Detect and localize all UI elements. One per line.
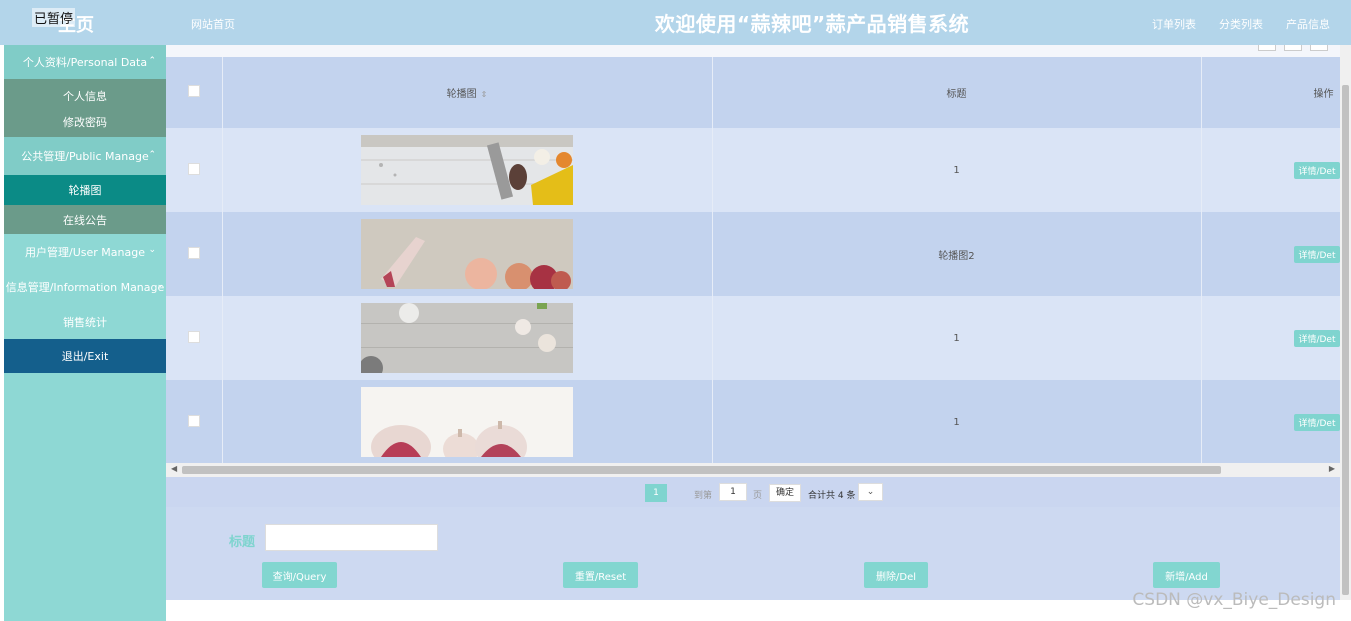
scroll-left-icon[interactable]: ◀: [171, 464, 177, 473]
export-icon[interactable]: [1284, 45, 1302, 51]
carousel-image-cell: [222, 128, 713, 212]
select-all-checkbox[interactable]: [187, 85, 200, 97]
carousel-image-cell: [222, 296, 713, 380]
chevron-down-icon: ⌄: [148, 245, 156, 255]
app-window: 主页 已暂停 网站首页 欢迎使用“蒜辣吧”蒜产品销售系统 订单列表 分类列表 产…: [0, 0, 1351, 621]
scroll-right-icon[interactable]: ▶: [1329, 464, 1335, 473]
carousel-image-cell: [222, 212, 713, 296]
menu-personal-data[interactable]: 个人资料/Personal Data ⌃: [4, 45, 166, 79]
row-select-cell: [166, 296, 223, 380]
row-select-cell: [166, 212, 223, 296]
search-panel: 标题 查询/Query 重置/Reset 删除/Del 新增/Add: [166, 507, 1340, 600]
order-list-link[interactable]: 订单列表: [1152, 16, 1196, 32]
goto-confirm-button[interactable]: 确定: [769, 484, 801, 502]
search-title-input[interactable]: [265, 524, 438, 551]
goto-page-input[interactable]: 1: [719, 483, 747, 501]
detail-button[interactable]: 详情/Det: [1294, 161, 1340, 179]
table-row: 轮播图2 详情/Det: [166, 212, 1340, 296]
carousel-image-wood-garlic: [361, 303, 573, 373]
row-checkbox[interactable]: [187, 330, 200, 343]
site-home-link[interactable]: 网站首页: [191, 16, 235, 32]
delete-button[interactable]: 删除/Del: [864, 562, 928, 588]
menu-sales-stats[interactable]: 销售统计: [4, 304, 166, 339]
row-select-cell: [166, 380, 223, 464]
paused-overlay: 已暂停: [32, 8, 76, 27]
row-checkbox[interactable]: [187, 414, 200, 427]
reset-button[interactable]: 重置/Reset: [563, 562, 638, 588]
column-header-title: 标题: [712, 57, 1202, 128]
main-content: 轮播图 ⇕ 标题 操作 1 详情/Det 轮播图2 详情/Det 1 详情/De…: [166, 45, 1340, 600]
carousel-image-garlic-bulbs: [361, 387, 573, 457]
product-info-link[interactable]: 产品信息: [1286, 16, 1330, 32]
personal-submenu: 个人信息 修改密码: [4, 79, 166, 137]
table-row: 1 详情/Det: [166, 380, 1340, 464]
column-header-image[interactable]: 轮播图 ⇕: [222, 57, 713, 128]
carousel-image-spices: [361, 135, 573, 205]
action-cell: 详情/Det: [1201, 128, 1340, 212]
row-checkbox[interactable]: [187, 162, 200, 175]
add-button[interactable]: 新增/Add: [1153, 562, 1220, 588]
chevron-up-icon: ⌃: [148, 56, 156, 66]
action-cell: 详情/Det: [1201, 380, 1340, 464]
carousel-table: 轮播图 ⇕ 标题 操作 1 详情/Det 轮播图2 详情/Det 1 详情/De…: [166, 57, 1340, 464]
carousel-image-garlic-pomegranate: [361, 219, 573, 289]
detail-button[interactable]: 详情/Det: [1294, 245, 1340, 263]
menu-public-manage-label: 公共管理/Public Manage: [21, 150, 149, 163]
menu-info-manage-label: 信息管理/Information Manage: [5, 280, 165, 294]
row-checkbox[interactable]: [187, 246, 200, 259]
chevron-down-icon: ⌄: [866, 487, 875, 497]
menu-announcements[interactable]: 在线公告: [4, 205, 166, 234]
title-cell: 1: [712, 296, 1202, 380]
chevron-down-icon: ⌄: [156, 280, 164, 290]
menu-user-manage[interactable]: 用户管理/User Manage ⌄: [4, 234, 166, 269]
page-suffix: 页: [753, 491, 763, 501]
vertical-scrollbar[interactable]: [1340, 45, 1351, 600]
query-button[interactable]: 查询/Query: [262, 562, 337, 588]
page-number-current[interactable]: 1: [645, 484, 667, 502]
public-submenu: 轮播图 在线公告: [4, 175, 166, 234]
chevron-up-icon: ⌃: [148, 150, 156, 160]
vertical-scroll-thumb[interactable]: [1342, 85, 1349, 595]
category-list-link[interactable]: 分类列表: [1219, 16, 1263, 32]
table-row: 1 详情/Det: [166, 128, 1340, 212]
title-cell: 1: [712, 380, 1202, 464]
column-header-action: 操作: [1201, 57, 1340, 128]
horizontal-scroll-thumb[interactable]: [182, 466, 1221, 474]
page-size-select[interactable]: ⌄: [858, 483, 883, 501]
menu-carousel[interactable]: 轮播图: [4, 175, 166, 205]
detail-button[interactable]: 详情/Det: [1294, 413, 1340, 431]
action-cell: 详情/Det: [1201, 296, 1340, 380]
horizontal-scrollbar[interactable]: ◀ ▶: [166, 463, 1340, 477]
menu-personal-data-label: 个人资料/Personal Data: [22, 56, 148, 69]
menu-sales-stats-label: 销售统计: [63, 315, 107, 329]
menu-public-manage[interactable]: 公共管理/Public Manage ⌃: [4, 137, 166, 175]
page-title: 欢迎使用“蒜辣吧”蒜产品销售系统: [654, 12, 970, 36]
select-all-cell: [166, 57, 223, 128]
table-header-row: 轮播图 ⇕ 标题 操作: [166, 57, 1340, 128]
title-cell: 1: [712, 128, 1202, 212]
grid-icon[interactable]: [1258, 45, 1276, 51]
watermark: CSDN @vx_Biye_Design: [1132, 590, 1336, 610]
total-count: 合计共 4 条: [808, 491, 856, 501]
title-cell: 轮播图2: [712, 212, 1202, 296]
top-header: 主页 已暂停 网站首页 欢迎使用“蒜辣吧”蒜产品销售系统 订单列表 分类列表 产…: [0, 0, 1351, 45]
menu-exit[interactable]: 退出/Exit: [4, 339, 166, 373]
carousel-image-cell: [222, 380, 713, 464]
goto-label: 到第: [694, 491, 713, 501]
menu-info-manage[interactable]: 信息管理/Information Manage ⌄: [4, 269, 166, 304]
action-cell: 详情/Det: [1201, 212, 1340, 296]
menu-change-password[interactable]: 修改密码: [4, 107, 166, 137]
table-row: 1 详情/Det: [166, 296, 1340, 380]
table-toolbar: [166, 45, 1340, 57]
detail-button[interactable]: 详情/Det: [1294, 329, 1340, 347]
sidebar: 个人资料/Personal Data ⌃ 个人信息 修改密码 公共管理/Publ…: [4, 45, 166, 621]
search-title-label: 标题: [229, 535, 256, 550]
column-header-image-label: 轮播图: [446, 89, 477, 100]
sort-icon[interactable]: ⇕: [481, 90, 488, 99]
menu-personal-info[interactable]: 个人信息: [4, 79, 166, 107]
print-icon[interactable]: [1310, 45, 1328, 51]
pagination: 1 到第 1 页 确定 合计共 4 条 ⌄: [166, 477, 1340, 507]
row-select-cell: [166, 128, 223, 212]
menu-user-manage-label: 用户管理/User Manage: [25, 245, 145, 259]
